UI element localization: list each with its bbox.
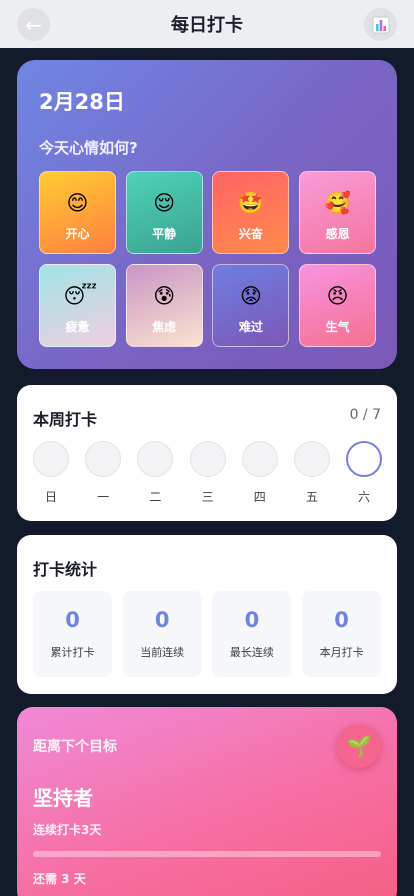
star-struck-face-icon: 🤩 <box>237 191 264 215</box>
mood-option-label: 开心 <box>65 227 90 241</box>
stats-card: 打卡统计 0 累计打卡 0 当前连续 0 最长连续 0 本月打卡 <box>17 535 397 694</box>
week-day[interactable]: 三 <box>189 441 226 505</box>
week-day-label: 日 <box>44 490 57 504</box>
stat-box: 0 最长连续 <box>212 591 292 677</box>
day-circle-today <box>346 441 383 477</box>
back-button[interactable]: ← <box>17 8 50 41</box>
worried-face-icon: 😟 <box>239 284 262 308</box>
mood-option-label: 难过 <box>238 320 263 334</box>
stat-box: 0 累计打卡 <box>33 591 112 677</box>
mood-option-label: 疲惫 <box>65 320 90 334</box>
top-bar: ← 每日打卡 <box>0 0 414 48</box>
week-day-label: 一 <box>97 490 110 504</box>
smiling-hearts-face-icon: 🥰 <box>324 191 351 215</box>
sleeping-face-icon: 😴 <box>63 284 98 308</box>
day-circle <box>241 441 278 477</box>
goal-description: 连续打卡3天 <box>33 823 102 837</box>
mood-option[interactable]: 😠 生气 <box>299 264 377 347</box>
mood-option-label: 兴奋 <box>238 227 263 241</box>
stat-label: 当前连续 <box>140 646 185 659</box>
goal-name: 坚持者 <box>33 786 93 810</box>
day-circle <box>137 441 174 477</box>
week-day[interactable]: 五 <box>294 441 330 505</box>
anxious-face-icon: 😰 <box>153 284 176 308</box>
bar-chart-icon <box>372 16 389 33</box>
week-day[interactable]: 一 <box>85 441 122 505</box>
stats-button[interactable] <box>364 8 397 41</box>
week-day-label: 五 <box>305 490 318 504</box>
week-checkin-count: 0 / 7 <box>349 407 381 423</box>
week-day[interactable]: 二 <box>137 441 174 505</box>
back-arrow-icon: ← <box>25 12 42 37</box>
day-circle <box>33 441 69 477</box>
stat-label: 最长连续 <box>229 646 274 659</box>
relieved-face-icon: 😌 <box>153 191 176 215</box>
mood-option[interactable]: 😊 开心 <box>39 171 116 254</box>
goal-badge: 🌱 <box>337 724 381 768</box>
week-day-label: 三 <box>201 490 214 504</box>
mood-option[interactable]: 😰 焦虑 <box>125 264 203 347</box>
goal-remaining: 还需 3 天 <box>33 872 86 886</box>
goal-progress-bar <box>33 851 381 857</box>
goal-kicker: 距离下个目标 <box>33 739 117 755</box>
mood-option-label: 感恩 <box>325 227 350 241</box>
mood-option-label: 平静 <box>152 227 177 241</box>
week-day[interactable]: 六 <box>346 441 383 505</box>
mood-option-label: 焦虑 <box>152 320 177 334</box>
stat-box: 0 本月打卡 <box>302 591 382 677</box>
stats-title: 打卡统计 <box>33 560 98 579</box>
angry-face-icon: 😠 <box>326 284 349 308</box>
stat-value: 0 <box>244 608 260 632</box>
mood-option[interactable]: 🥰 感恩 <box>299 171 377 254</box>
mood-option[interactable]: 😟 难过 <box>212 264 290 347</box>
mood-option[interactable]: 🤩 兴奋 <box>212 171 290 254</box>
mood-option[interactable]: 😌 平静 <box>125 171 203 254</box>
mood-date: 2月28日 <box>39 90 125 114</box>
week-checkin-title: 本周打卡 <box>33 410 98 429</box>
stat-value: 0 <box>334 608 349 632</box>
day-circle <box>294 441 330 477</box>
week-day-label: 二 <box>149 490 162 504</box>
seedling-icon: 🌱 <box>346 734 372 758</box>
week-checkin-card: 本周打卡 0 / 7 日 一 二 三 四 五 六 <box>17 385 397 521</box>
next-goal-card: 距离下个目标 🌱 坚持者 连续打卡3天 还需 3 天 <box>17 707 397 896</box>
smiling-face-icon: 😊 <box>66 191 89 215</box>
mood-card: 2月28日 今天心情如何? 😊 开心 😌 平静 🤩 兴奋 🥰 感恩 😴 疲惫 😰 焦虑 😟 难过 😠 生气 <box>17 60 397 369</box>
week-day[interactable]: 日 <box>33 441 69 505</box>
stat-label: 累计打卡 <box>50 646 95 659</box>
stat-box: 0 当前连续 <box>122 591 202 677</box>
mood-question: 今天心情如何? <box>39 139 138 157</box>
mood-option-label: 生气 <box>325 320 350 334</box>
stat-value: 0 <box>154 608 170 632</box>
week-day-label: 六 <box>358 490 371 504</box>
stat-value: 0 <box>65 608 80 632</box>
week-day[interactable]: 四 <box>241 441 278 505</box>
day-circle <box>189 441 226 477</box>
page-title: 每日打卡 <box>171 15 243 36</box>
stat-label: 本月打卡 <box>319 646 364 659</box>
mood-option[interactable]: 😴 疲惫 <box>39 264 116 347</box>
day-circle <box>85 441 122 477</box>
week-day-label: 四 <box>253 490 266 504</box>
